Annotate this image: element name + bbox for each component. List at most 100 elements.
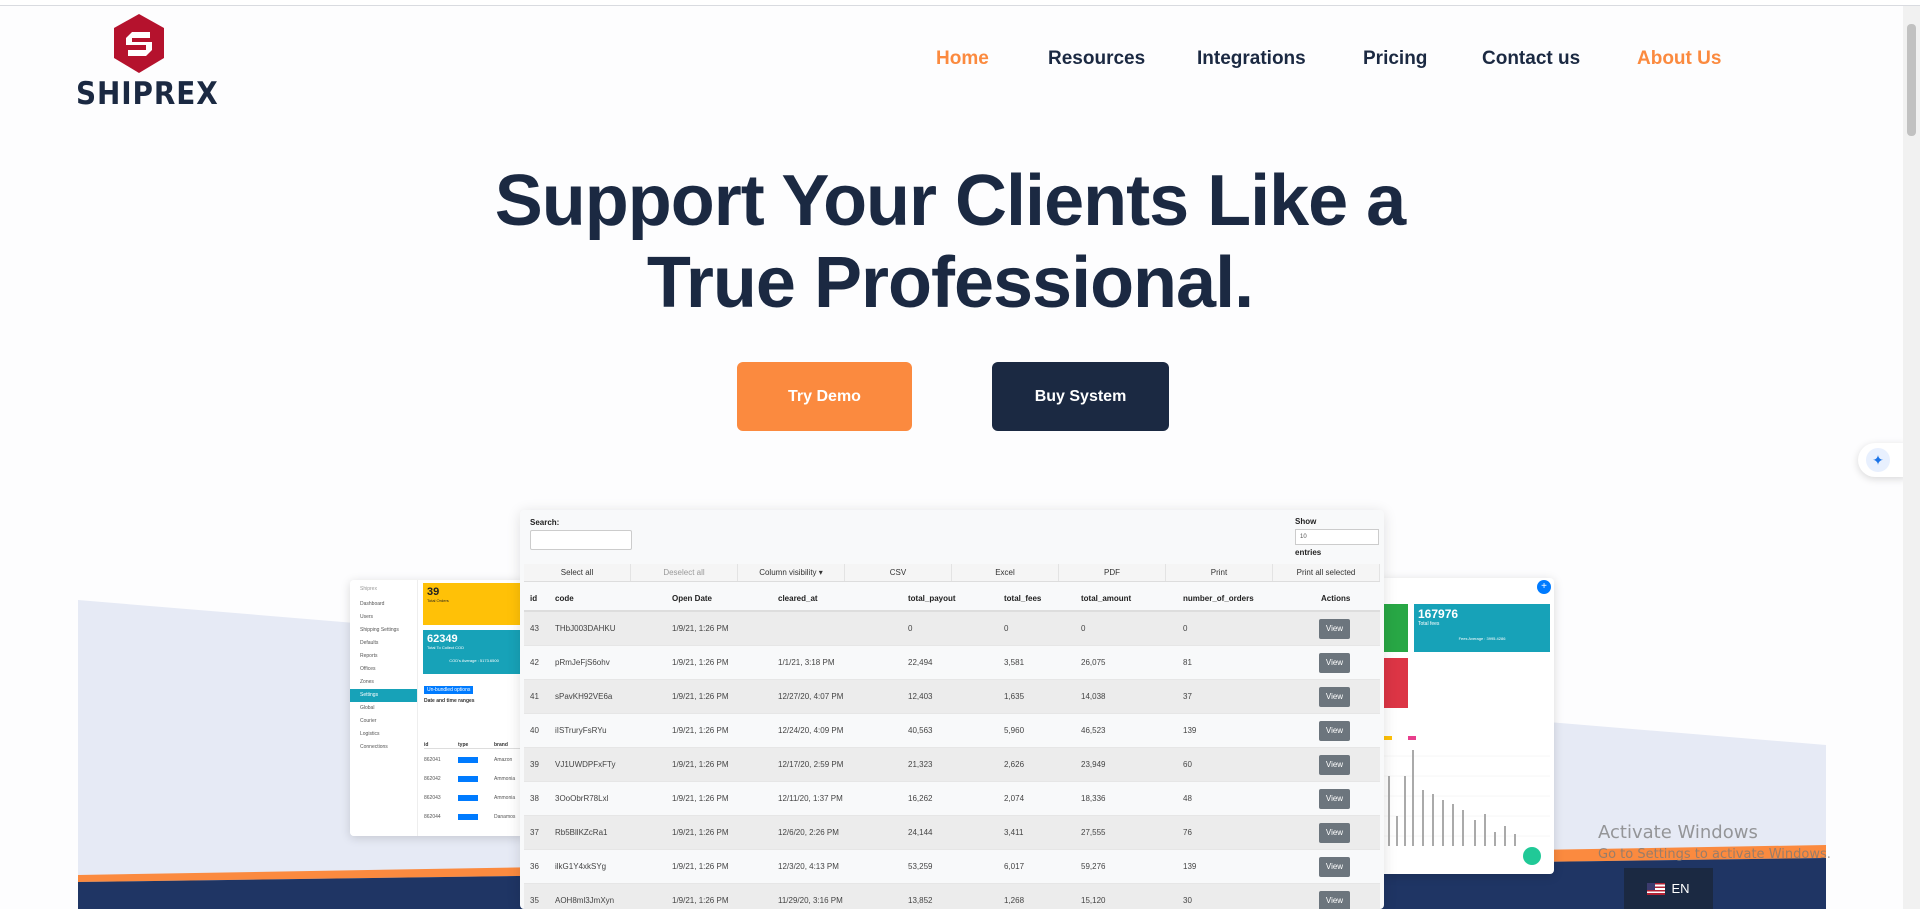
buy-system-button[interactable]: Buy System (992, 362, 1169, 431)
table-cell: 12/11/20, 1:37 PM (778, 794, 843, 803)
nav-integrations[interactable]: Integrations (1197, 48, 1306, 70)
mini-col: id (424, 742, 429, 748)
mini-card-value: 39 (427, 586, 440, 598)
shiprex-logo[interactable]: SHIPREX (76, 12, 219, 112)
column-visibility-button[interactable]: Column visibility ▾ (738, 564, 845, 581)
language-switcher[interactable]: EN (1624, 868, 1713, 909)
table-cell: 76 (1183, 828, 1192, 837)
table-row: 42 pRmJeFjS6ohv 1/9/21, 1:26 PM 1/1/21, 3:1… (524, 646, 1380, 680)
col-total-fees[interactable]: total_fees (1004, 586, 1041, 612)
view-button[interactable]: View (1319, 755, 1350, 775)
mini-card-fees: 167976 Total fees Fees Average : 3995.42… (1414, 604, 1550, 652)
mini-card-label: Total fees (1418, 621, 1440, 627)
sparkle-icon: ✦ (1866, 448, 1890, 472)
table-cell: 0 (1081, 624, 1086, 633)
table-cell: 1/9/21, 1:26 PM (672, 828, 729, 837)
mini-menu-item: Settings (350, 689, 417, 702)
table-cell: 59,276 (1081, 862, 1106, 871)
mini-card-value: 62349 (427, 633, 458, 645)
table-row: 43 THbJ003DAHKU 1/9/21, 1:26 PM 0 0 0 0 View (524, 612, 1380, 646)
table-cell: 27,555 (1081, 828, 1106, 837)
table-cell: 21,323 (908, 760, 933, 769)
activate-title: Activate Windows (1598, 822, 1758, 843)
browser-top-rule (0, 0, 1920, 6)
language-label: EN (1671, 881, 1690, 896)
print-selected-button[interactable]: Print all selected (1273, 564, 1380, 581)
table-cell: 1/9/21, 1:26 PM (672, 726, 729, 735)
table-cell: 26,075 (1081, 658, 1106, 667)
table-row: 37 Rb5BllKZcRa1 1/9/21, 1:26 PM 12/6/20, 2:… (524, 816, 1380, 850)
table-cell: 139 (1183, 726, 1197, 735)
table-cell: 1/9/21, 1:26 PM (672, 624, 729, 633)
assistant-widget[interactable]: ✦ (1858, 443, 1906, 477)
table-cell: 53,259 (908, 862, 933, 871)
mini-cell: Ammonia (494, 795, 516, 801)
view-button[interactable]: View (1319, 857, 1350, 877)
search-input[interactable] (530, 530, 632, 550)
table-header: id code Open Date cleared_at total_payou… (524, 586, 1380, 612)
mini-table-row: 862042. Ammonia (424, 776, 516, 782)
table-row: 39 VJ1UWDPFxFTy 1/9/21, 1:26 PM 12/17/20, 2… (524, 748, 1380, 782)
table-cell: 35 (530, 896, 539, 905)
view-button[interactable]: View (1319, 619, 1350, 639)
table-cell: pRmJeFjS6ohv (555, 658, 610, 667)
table-cell: 1/9/21, 1:26 PM (672, 658, 729, 667)
scrollbar-thumb[interactable] (1907, 24, 1916, 136)
brand-name: SHIPREX (76, 76, 219, 112)
try-demo-button[interactable]: Try Demo (737, 362, 912, 431)
pdf-button[interactable]: PDF (1059, 564, 1166, 581)
mini-cell: Amazon (494, 757, 513, 763)
table-cell: 38 (530, 794, 539, 803)
table-cell: 14,038 (1081, 692, 1106, 701)
logo-mark-icon (114, 14, 164, 73)
print-button[interactable]: Print (1166, 564, 1273, 581)
nav-about-us[interactable]: About Us (1637, 48, 1721, 70)
table-cell: 12/17/20, 2:59 PM (778, 760, 844, 769)
table-cell: 1/9/21, 1:26 PM (672, 862, 729, 871)
nav-pricing[interactable]: Pricing (1363, 48, 1427, 70)
table-cell: 3,411 (1004, 828, 1024, 837)
col-id[interactable]: id (530, 586, 537, 612)
table-cell: 12,403 (908, 692, 933, 701)
nav-resources[interactable]: Resources (1048, 48, 1145, 70)
table-cell: 1/1/21, 3:18 PM (778, 658, 835, 667)
mini-cell: 862043 (424, 795, 441, 801)
deselect-all-button[interactable]: Deselect all (631, 564, 738, 581)
table-cell: 24,144 (908, 828, 933, 837)
view-button[interactable]: View (1319, 823, 1350, 843)
view-button[interactable]: View (1319, 789, 1350, 809)
mini-card-orders: 39 Total Orders (423, 583, 525, 625)
table-cell: 1/9/21, 1:26 PM (672, 794, 729, 803)
col-number-of-orders[interactable]: number_of_orders (1183, 586, 1254, 612)
nav-contact-us[interactable]: Contact us (1482, 48, 1580, 70)
table-cell: 42 (530, 658, 539, 667)
table-cell: 3OoObrR78Lxl (555, 794, 609, 803)
col-total-amount[interactable]: total_amount (1081, 586, 1131, 612)
table-row: 41 sPavKH92VE6a 1/9/21, 1:26 PM 12/27/20, 4… (524, 680, 1380, 714)
select-all-button[interactable]: Select all (524, 564, 631, 581)
table-cell: 3,581 (1004, 658, 1025, 667)
table-cell: 1,635 (1004, 692, 1025, 701)
mini-menu-item: Shipping Settings (360, 627, 399, 633)
col-total-payout[interactable]: total_payout (908, 586, 956, 612)
mini-card-value: 167976 (1418, 607, 1459, 621)
excel-button[interactable]: Excel (952, 564, 1059, 581)
table-cell: 37 (530, 828, 539, 837)
col-cleared-at[interactable]: cleared_at (778, 586, 818, 612)
col-code[interactable]: code (555, 586, 574, 612)
csv-button[interactable]: CSV (845, 564, 952, 581)
view-button[interactable]: View (1319, 891, 1350, 909)
view-button[interactable]: View (1319, 687, 1350, 707)
entries-select[interactable]: 10 (1295, 529, 1379, 545)
table-cell: VJ1UWDPFxFTy (555, 760, 616, 769)
hero-title-line1: Support Your Clients Like a (494, 161, 1406, 241)
col-open-date[interactable]: Open Date (672, 586, 712, 612)
show-label: Show (1295, 517, 1317, 526)
page-scrollbar[interactable] (1903, 6, 1920, 909)
table-cell: 39 (530, 760, 539, 769)
hero-title-line2: True Professional. (646, 243, 1254, 323)
view-button[interactable]: View (1319, 721, 1350, 741)
table-cell: THbJ003DAHKU (555, 624, 616, 633)
nav-home[interactable]: Home (936, 48, 989, 70)
view-button[interactable]: View (1319, 653, 1350, 673)
